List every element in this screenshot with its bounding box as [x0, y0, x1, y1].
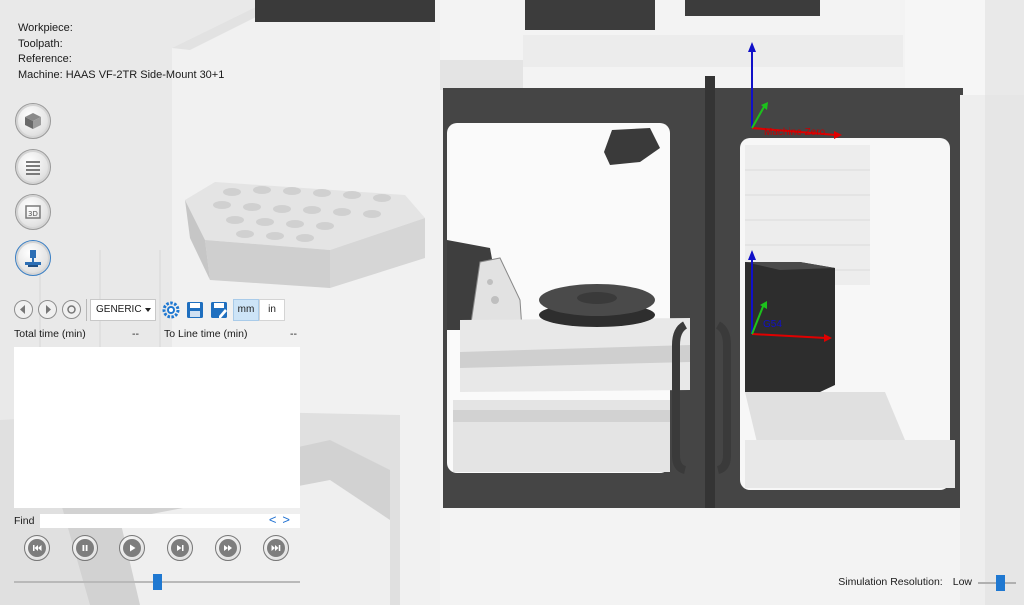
unit-in-button[interactable]: in: [259, 298, 285, 321]
machine-view-button[interactable]: [15, 240, 51, 276]
arrow-right-icon: [46, 305, 51, 314]
resolution-thumb[interactable]: [996, 575, 1005, 591]
toolpath-label: Toolpath:: [18, 37, 63, 50]
line-time-value: --: [290, 328, 297, 340]
step-forward-button[interactable]: [167, 535, 193, 561]
find-input[interactable]: [40, 514, 300, 528]
save-button[interactable]: [185, 300, 205, 320]
fast-forward-button[interactable]: [215, 535, 241, 561]
info-panel: Workpiece: Toolpath: Reference: Machine:…: [18, 21, 224, 83]
prev-toolpath-button[interactable]: [14, 300, 33, 319]
refresh-button[interactable]: [62, 300, 81, 319]
arrow-left-icon: [20, 305, 25, 314]
list-icon: [26, 161, 40, 175]
simulation-progress-slider[interactable]: [14, 574, 300, 594]
skip-to-end-button[interactable]: [263, 535, 289, 561]
save-icon: [187, 301, 203, 318]
find-label: Find: [14, 515, 35, 527]
progress-thumb[interactable]: [153, 574, 162, 590]
find-bar: Find <>: [14, 512, 300, 528]
machine-zero-label: Machine Zero: [764, 127, 826, 138]
machine-label: Machine: HAAS VF-2TR Side-Mount 30+1: [18, 68, 225, 81]
gear-icon: [162, 301, 180, 318]
post-processor-value: GENERIC: [96, 304, 142, 315]
svg-text:3D: 3D: [28, 210, 38, 218]
rewind-to-start-button[interactable]: [24, 535, 50, 561]
pause-icon: [76, 539, 94, 557]
skip-to-end-icon: [267, 539, 285, 557]
total-time-label: Total time (min): [14, 328, 86, 340]
3d-view-button[interactable]: 3D: [15, 194, 51, 230]
next-toolpath-button[interactable]: [38, 300, 57, 319]
save-as-button[interactable]: [209, 300, 229, 320]
reference-label: Reference:: [18, 53, 72, 65]
caret-down-icon: [145, 307, 151, 312]
3d-icon: 3D: [25, 205, 41, 219]
gcode-output-panel[interactable]: [14, 347, 300, 508]
simulation-resolution: Simulation Resolution: Low: [838, 576, 972, 588]
play-icon: [123, 539, 141, 557]
toolpath-list-button[interactable]: [15, 149, 51, 185]
pause-button[interactable]: [72, 535, 98, 561]
fast-forward-icon: [219, 539, 237, 557]
simulation-resolution-label: Simulation Resolution:: [838, 576, 943, 588]
g54-label: G54: [763, 319, 782, 330]
time-summary: Total time (min) -- To Line time (min) -…: [14, 328, 300, 342]
save-edit-icon: [211, 301, 227, 318]
line-time-label: To Line time (min): [164, 328, 248, 340]
resolution-slider[interactable]: [978, 574, 1016, 594]
simulation-resolution-value: Low: [952, 576, 972, 588]
simulation-toolbar: GENERIC mm in: [14, 297, 300, 322]
cube-icon: [25, 113, 41, 129]
workpiece-view-button[interactable]: [15, 103, 51, 139]
find-next-button[interactable]: >: [282, 512, 296, 527]
find-nav: <>: [269, 512, 296, 527]
workpiece-label: Workpiece:: [18, 22, 73, 34]
total-time-value: --: [132, 328, 139, 340]
machine-icon: [25, 250, 41, 267]
post-processor-select[interactable]: GENERIC: [90, 298, 156, 321]
step-forward-icon: [171, 539, 189, 557]
play-button[interactable]: [119, 535, 145, 561]
toolbar-divider: [86, 298, 87, 321]
find-prev-button[interactable]: <: [269, 512, 283, 527]
unit-mm-button[interactable]: mm: [233, 298, 259, 321]
rewind-icon: [28, 539, 46, 557]
settings-button[interactable]: [161, 300, 181, 320]
refresh-icon: [67, 305, 76, 314]
